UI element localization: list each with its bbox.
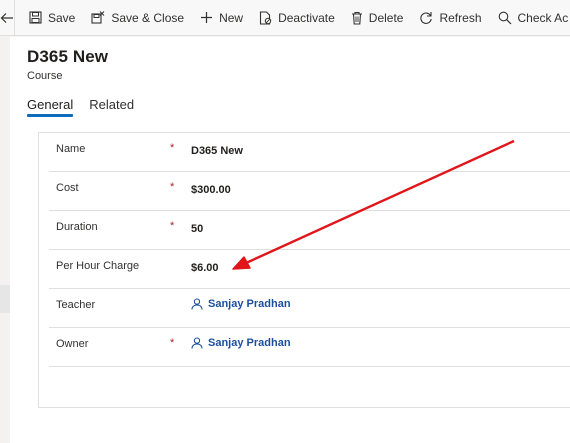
field-row-teacher[interactable]: Teacher Sanjay Pradhan (49, 289, 570, 328)
rail-marker (0, 285, 10, 313)
command-bar: Save Save & Close New Deactivate Delete … (0, 0, 570, 36)
new-label: New (219, 10, 244, 25)
save-close-label: Save & Close (111, 10, 185, 25)
owner-value[interactable]: Sanjay Pradhan (208, 337, 291, 349)
general-section: Name * D365 New Cost * $300.00 Duration … (38, 132, 570, 408)
search-icon (498, 11, 511, 24)
field-label: Cost (56, 182, 79, 194)
save-button[interactable]: Save (21, 0, 83, 35)
plus-icon (201, 12, 213, 23)
form-tabs: General Related (27, 97, 150, 117)
field-row-name[interactable]: Name * D365 New (49, 133, 570, 172)
back-arrow-icon (0, 12, 13, 23)
entity-name: Course (27, 70, 63, 82)
field-row-duration[interactable]: Duration * 50 (49, 211, 570, 250)
required-indicator: * (170, 181, 175, 193)
save-close-button[interactable]: Save & Close (83, 0, 192, 35)
deactivate-button[interactable]: Deactivate (251, 0, 343, 35)
per-hour-charge-value[interactable]: $6.00 (191, 262, 219, 274)
person-icon (191, 337, 203, 349)
required-indicator: * (170, 220, 175, 232)
name-field-value[interactable]: D365 New (191, 145, 243, 157)
field-row-cost[interactable]: Cost * $300.00 (49, 172, 570, 211)
trash-icon (351, 11, 362, 25)
deactivate-label: Deactivate (278, 10, 335, 25)
field-label: Teacher (56, 299, 96, 311)
owner-lookup[interactable]: Sanjay Pradhan (191, 337, 291, 349)
new-button[interactable]: New (192, 0, 251, 35)
tab-related[interactable]: Related (89, 97, 134, 117)
check-access-label: Check Ac (517, 10, 569, 25)
cost-field-value[interactable]: $300.00 (191, 184, 231, 196)
record-title: D365 New (27, 47, 109, 66)
save-close-icon (91, 11, 105, 24)
record-header: D365 New Course (27, 47, 108, 82)
delete-button[interactable]: Delete (343, 0, 412, 35)
refresh-button[interactable]: Refresh (411, 0, 489, 35)
duration-field-value[interactable]: 50 (191, 223, 203, 235)
teacher-value[interactable]: Sanjay Pradhan (208, 298, 291, 310)
check-access-button[interactable]: Check Ac (490, 0, 570, 35)
required-indicator: * (170, 337, 175, 349)
person-icon (191, 298, 203, 310)
field-label: Name (56, 143, 86, 155)
record-form: D365 New Course General Related Name * D… (10, 37, 570, 443)
left-rail (0, 0, 10, 443)
field-label: Per Hour Charge (56, 260, 140, 272)
back-button[interactable] (0, 0, 15, 35)
field-label: Owner (56, 338, 89, 350)
field-row-owner[interactable]: Owner * Sanjay Pradhan (49, 328, 570, 367)
field-row-per-hour-charge[interactable]: Per Hour Charge $6.00 (49, 250, 570, 289)
field-label: Duration (56, 221, 98, 233)
tab-general[interactable]: General (27, 97, 74, 117)
deactivate-icon (260, 10, 272, 25)
refresh-icon (420, 11, 433, 24)
save-label: Save (48, 10, 76, 25)
teacher-lookup[interactable]: Sanjay Pradhan (191, 298, 291, 310)
required-indicator: * (170, 142, 175, 154)
save-icon (29, 11, 42, 24)
refresh-label: Refresh (439, 10, 482, 25)
delete-label: Delete (368, 10, 404, 25)
